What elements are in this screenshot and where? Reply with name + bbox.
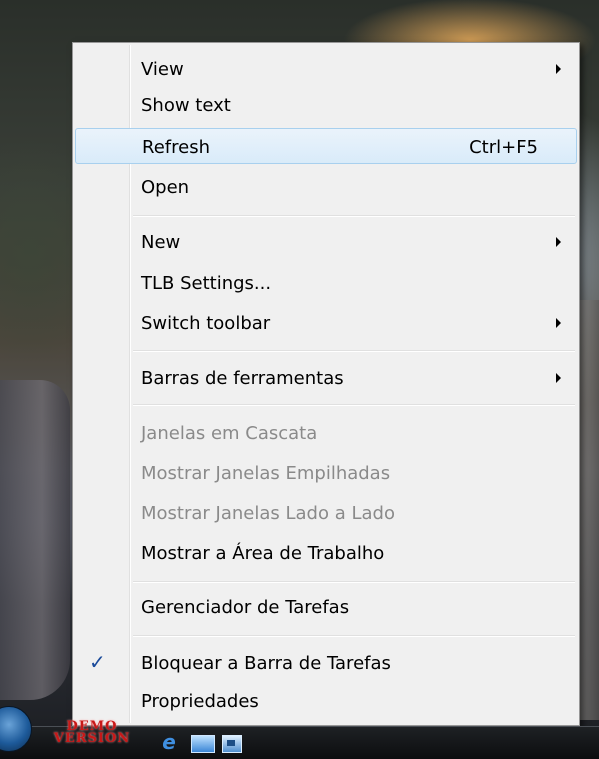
- menu-separator: [133, 635, 575, 637]
- submenu-arrow-icon: [556, 318, 561, 328]
- menu-item-label: Janelas em Cascata: [141, 423, 318, 444]
- menu-item-shortcut: Ctrl+F5: [469, 137, 538, 158]
- menu-separator: [133, 404, 575, 406]
- wallpaper-rock-left: [0, 380, 70, 700]
- check-mark-icon: ✓: [89, 650, 106, 674]
- menu-item-label: Gerenciador de Tarefas: [141, 597, 350, 618]
- menu-separator: [133, 350, 575, 352]
- menu-item-label: TLB Settings...: [141, 273, 272, 294]
- menu-item-label: Bloquear a Barra de Tarefas: [141, 653, 391, 674]
- menu-item-label: Propriedades: [141, 691, 259, 712]
- demo-version-watermark: DEMO VERSION: [38, 720, 146, 746]
- menu-item-switch-toolbar[interactable]: Switch toolbar: [75, 305, 577, 341]
- show-desktop-icon[interactable]: [191, 735, 215, 753]
- submenu-arrow-icon: [556, 237, 561, 247]
- menu-item-label: New: [141, 232, 181, 253]
- taskbar-context-menu: View Show text Refresh Ctrl+F5 Open New …: [72, 42, 580, 726]
- menu-item-label: Mostrar Janelas Lado a Lado: [141, 503, 395, 524]
- menu-item-mostrar-area-de-trabalho[interactable]: Mostrar a Área de Trabalho: [75, 535, 577, 571]
- version-line: VERSION: [53, 731, 131, 746]
- menu-item-mostrar-janelas-empilhadas: Mostrar Janelas Empilhadas: [75, 455, 577, 491]
- menu-item-new[interactable]: New: [75, 224, 577, 260]
- menu-item-label: Show text: [141, 95, 231, 116]
- menu-item-open[interactable]: Open: [75, 169, 577, 205]
- menu-item-label: View: [141, 59, 184, 80]
- submenu-arrow-icon: [556, 373, 561, 383]
- menu-item-propriedades[interactable]: Propriedades: [75, 683, 577, 719]
- menu-item-view[interactable]: View: [75, 51, 577, 87]
- menu-item-label: Barras de ferramentas: [141, 368, 344, 389]
- internet-explorer-icon[interactable]: e: [158, 732, 180, 752]
- switch-windows-icon[interactable]: [222, 735, 242, 753]
- menu-item-label: Mostrar Janelas Empilhadas: [141, 463, 391, 484]
- menu-item-janelas-em-cascata: Janelas em Cascata: [75, 415, 577, 451]
- menu-item-show-text[interactable]: Show text: [75, 87, 577, 123]
- menu-separator: [133, 215, 575, 217]
- submenu-arrow-icon: [556, 64, 561, 74]
- menu-item-bloquear-barra-de-tarefas[interactable]: ✓ Bloquear a Barra de Tarefas: [75, 645, 577, 681]
- menu-item-label: Open: [141, 177, 190, 198]
- menu-item-refresh[interactable]: Refresh Ctrl+F5: [75, 128, 577, 164]
- menu-item-tlb-settings[interactable]: TLB Settings...: [75, 265, 577, 301]
- menu-item-label: Switch toolbar: [141, 313, 271, 334]
- menu-item-mostrar-janelas-lado-a-lado: Mostrar Janelas Lado a Lado: [75, 495, 577, 531]
- menu-separator: [133, 581, 575, 583]
- menu-item-label: Refresh: [142, 137, 210, 158]
- menu-item-barras-de-ferramentas[interactable]: Barras de ferramentas: [75, 360, 577, 396]
- menu-item-gerenciador-de-tarefas[interactable]: Gerenciador de Tarefas: [75, 589, 577, 625]
- menu-item-label: Mostrar a Área de Trabalho: [141, 543, 385, 564]
